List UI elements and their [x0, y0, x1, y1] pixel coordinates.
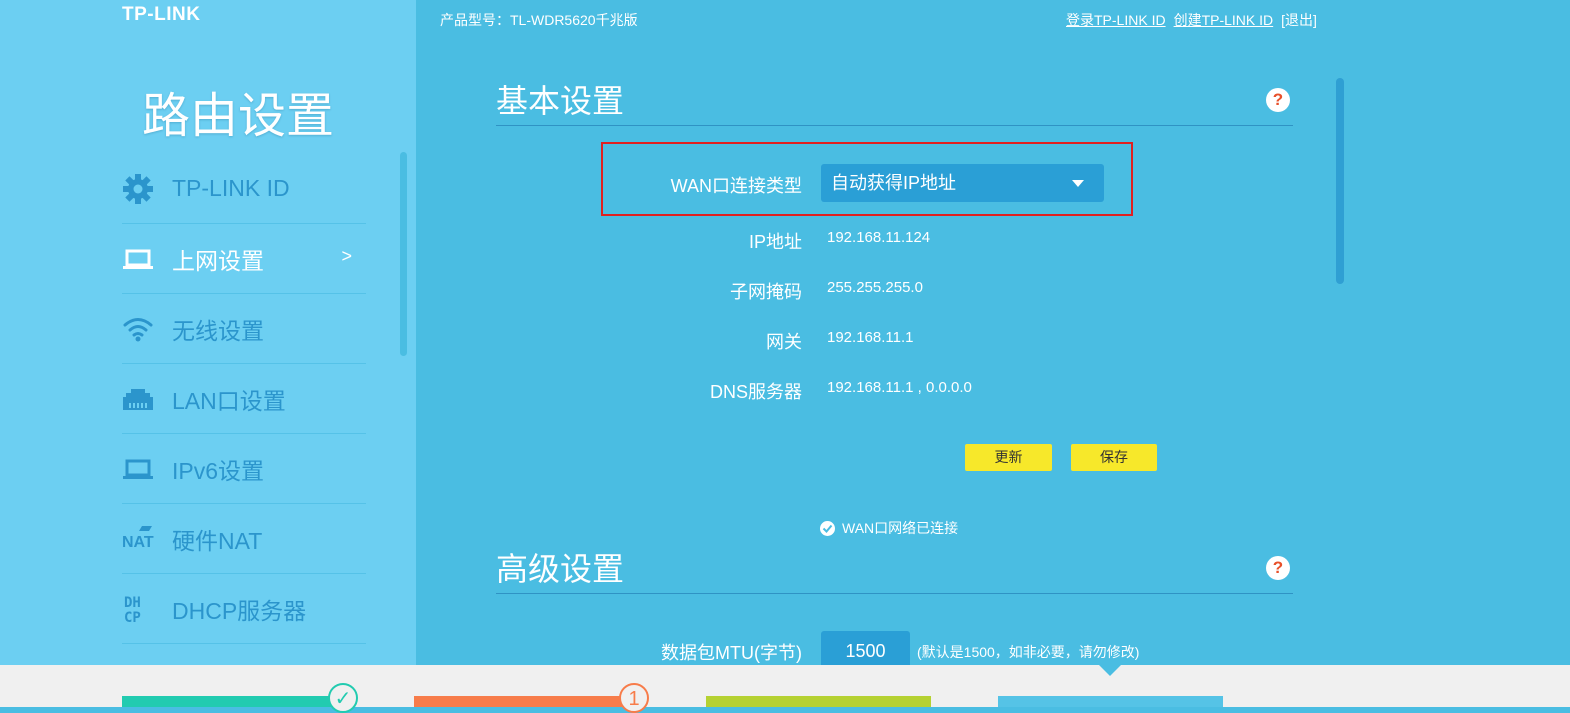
dns-server-label: DNS服务器 — [709, 382, 802, 402]
step-tab-2[interactable] — [414, 696, 639, 707]
lan-port-icon — [122, 383, 154, 415]
subnet-mask-value: 255.255.255.0 — [827, 279, 923, 296]
create-tplink-id-link[interactable]: 创建TP-LINK ID — [1174, 12, 1274, 28]
sidebar-menu: TP-LINK ID 上网设置 > 无线设置 LAN口设置 IPv6设置 NAT… — [122, 154, 366, 644]
logout-link[interactable]: [退出] — [1281, 12, 1317, 28]
step-tab-1[interactable] — [122, 696, 347, 707]
sidebar-item-wireless[interactable]: 无线设置 — [122, 294, 366, 364]
sidebar-item-label: LAN口设置 — [172, 387, 286, 414]
product-model: 产品型号：TL-WDR5620千兆版 — [440, 12, 638, 28]
sidebar-title: 路由设置 — [142, 88, 335, 144]
mtu-label: 数据包MTU(字节) — [661, 643, 802, 663]
gateway-label: 网关 — [766, 332, 802, 352]
account-links: 登录TP-LINK ID 创建TP-LINK ID [退出] — [1066, 10, 1317, 30]
dns-server-value: 192.168.11.1 , 0.0.0.0 — [827, 379, 972, 396]
subnet-mask-label: 子网掩码 — [730, 282, 802, 302]
save-button[interactable]: 保存 — [1071, 444, 1157, 471]
svg-text:NAT: NAT — [122, 534, 154, 551]
gateway-value: 192.168.11.1 — [827, 329, 914, 346]
sidebar-item-ipv6[interactable]: IPv6设置 — [122, 434, 366, 504]
laptop-icon — [122, 453, 154, 485]
sidebar-item-label: 无线设置 — [172, 317, 264, 344]
section-divider — [496, 593, 1293, 594]
refresh-button[interactable]: 更新 — [965, 444, 1052, 471]
sidebar-item-label: 上网设置 — [172, 247, 264, 274]
check-circle-icon — [820, 520, 835, 536]
gear-icon — [122, 173, 154, 205]
check-icon: ✓ — [328, 683, 358, 713]
sidebar-item-label: TP-LINK ID — [172, 175, 290, 201]
chevron-right-icon: > — [341, 246, 352, 266]
wan-type-select[interactable]: 自动获得IP地址 — [821, 164, 1104, 202]
bottom-step-bar: ✓ 1 — [0, 665, 1570, 713]
help-icon[interactable]: ? — [1266, 556, 1290, 580]
mtu-input[interactable]: 1500 — [821, 631, 910, 665]
sidebar: TP-LINK 路由设置 TP-LINK ID 上网设置 > 无线设置 LAN口… — [0, 0, 416, 665]
wan-status-text: WAN口网络已连接 — [842, 520, 959, 536]
wan-type-label: WAN口连接类型 — [670, 176, 802, 196]
login-tplink-id-link[interactable]: 登录TP-LINK ID — [1066, 12, 1166, 28]
basic-settings-title: 基本设置 — [496, 82, 625, 120]
step-tab-3[interactable] — [706, 696, 931, 707]
sidebar-item-lan[interactable]: LAN口设置 — [122, 364, 366, 434]
ip-address-label: IP地址 — [748, 232, 802, 252]
wan-status: WAN口网络已连接 — [820, 518, 958, 538]
advanced-settings-title: 高级设置 — [496, 550, 625, 588]
sidebar-item-label: DHCP服务器 — [172, 597, 307, 624]
step-count-badge: 1 — [619, 683, 649, 713]
laptop-icon — [122, 243, 154, 275]
mtu-hint: (默认是1500，如非必要，请勿修改) — [917, 644, 1140, 660]
svg-text:CP: CP — [124, 610, 141, 625]
sidebar-scrollbar[interactable] — [400, 152, 407, 356]
sidebar-item-dhcp[interactable]: DH CP DHCP服务器 — [122, 574, 366, 644]
dhcp-icon: DH CP — [122, 593, 154, 625]
sidebar-item-label: IPv6设置 — [172, 457, 265, 484]
sidebar-item-label: 硬件NAT — [172, 527, 263, 554]
caret-down-icon — [1072, 180, 1084, 187]
tp-link-logo: TP-LINK — [122, 4, 201, 25]
sidebar-item-tp-link-id[interactable]: TP-LINK ID — [122, 154, 366, 224]
wifi-icon — [122, 313, 154, 345]
main-scrollbar[interactable] — [1336, 78, 1344, 284]
section-divider — [496, 125, 1293, 126]
ip-address-value: 192.168.11.124 — [827, 229, 931, 246]
pointer-triangle — [1098, 664, 1122, 676]
nat-icon: NAT — [122, 523, 154, 555]
step-tab-4[interactable] — [998, 696, 1223, 707]
sidebar-item-internet[interactable]: 上网设置 > — [122, 224, 366, 294]
sidebar-item-hardware-nat[interactable]: NAT 硬件NAT — [122, 504, 366, 574]
svg-text:DH: DH — [124, 595, 141, 611]
help-icon[interactable]: ? — [1266, 88, 1290, 112]
wan-type-value: 自动获得IP地址 — [831, 173, 957, 193]
